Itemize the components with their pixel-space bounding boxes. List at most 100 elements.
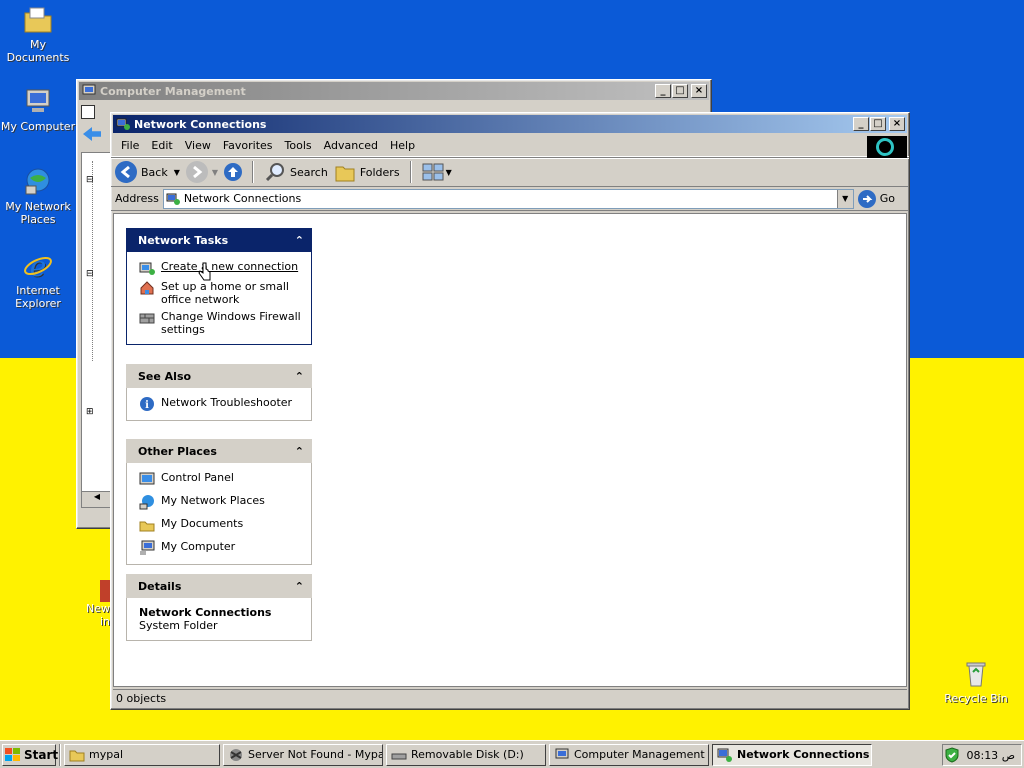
go-arrow-icon bbox=[857, 189, 876, 208]
details-header[interactable]: Details ⌃ bbox=[126, 574, 312, 598]
maximize-button[interactable]: □ bbox=[870, 117, 886, 131]
details-pane: Details ⌃ Network Connections System Fol… bbox=[126, 574, 312, 641]
computer-icon bbox=[139, 540, 155, 556]
link-label: My Computer bbox=[161, 540, 236, 553]
back-label: Back bbox=[141, 165, 168, 179]
network-connections-window[interactable]: Network Connections _ □ × File Edit View… bbox=[110, 112, 910, 710]
desktop-icon-partial[interactable]: New in bbox=[86, 580, 116, 628]
menu-tools[interactable]: Tools bbox=[279, 139, 318, 152]
see-also-header[interactable]: See Also ⌃ bbox=[126, 364, 312, 388]
clock[interactable]: 08:13 ص bbox=[966, 749, 1015, 762]
taskbar-button-computer-management[interactable]: Computer Management bbox=[549, 743, 709, 766]
link-my-computer[interactable]: My Computer bbox=[139, 540, 303, 556]
forward-button[interactable]: ▼ bbox=[185, 161, 218, 183]
desktop-icon-recycle-bin[interactable]: Recycle Bin bbox=[938, 658, 1014, 705]
system-tray: 08:13 ص bbox=[942, 744, 1022, 766]
task-create-new-connection[interactable]: Create a new connection bbox=[139, 260, 303, 276]
folders-button[interactable]: Folders bbox=[334, 161, 400, 183]
views-icon bbox=[422, 163, 444, 181]
desktop-icon-label: in bbox=[100, 615, 111, 628]
minimize-button[interactable]: _ bbox=[655, 84, 671, 98]
see-also-body: i Network Troubleshooter bbox=[126, 388, 312, 421]
collapse-chevron-icon[interactable]: ⌃ bbox=[295, 370, 304, 383]
back-dropdown-icon[interactable]: ▼ bbox=[174, 168, 180, 177]
address-input[interactable]: Network Connections ▼ bbox=[162, 188, 854, 209]
task-firewall-settings[interactable]: Change Windows Firewall settings bbox=[139, 310, 303, 336]
mypal-browser-icon bbox=[228, 747, 244, 763]
menu-edit[interactable]: Edit bbox=[145, 139, 178, 152]
desktop-icon-label: New bbox=[86, 602, 110, 615]
search-button[interactable]: Search bbox=[264, 161, 328, 183]
task-setup-home-network[interactable]: Set up a home or small office network bbox=[139, 280, 303, 306]
windows-logo-throbber bbox=[867, 136, 907, 158]
folders-icon bbox=[334, 161, 356, 183]
folder-content-area[interactable]: Network Tasks ⌃ Create a new connection … bbox=[113, 213, 907, 687]
taskbar: Start mypal Server Not Found - Mypal Rem… bbox=[0, 740, 1024, 768]
collapse-chevron-icon[interactable]: ⌃ bbox=[295, 580, 304, 593]
control-panel-icon bbox=[139, 471, 155, 487]
security-shield-icon[interactable] bbox=[944, 747, 960, 763]
taskbar-button-mypal[interactable]: mypal bbox=[64, 743, 220, 766]
network-tasks-pane: Network Tasks ⌃ Create a new connection … bbox=[126, 228, 312, 345]
start-button[interactable]: Start bbox=[2, 743, 59, 766]
forward-dropdown-icon[interactable]: ▼ bbox=[212, 168, 218, 177]
back-arrow-icon[interactable] bbox=[83, 127, 101, 141]
details-body: Network Connections System Folder bbox=[126, 598, 312, 641]
tree-expand-icon[interactable]: ⊞ bbox=[86, 407, 94, 417]
desktop-icon-internet-explorer[interactable]: e Internet Explorer bbox=[0, 250, 76, 310]
network-connections-icon bbox=[116, 117, 130, 131]
go-button[interactable]: Go bbox=[857, 189, 909, 208]
close-button[interactable]: × bbox=[691, 84, 707, 98]
minimize-button[interactable]: _ bbox=[853, 117, 869, 131]
taskbar-button-removable-disk[interactable]: Removable Disk (D:) bbox=[386, 743, 546, 766]
taskbar-button-network-connections[interactable]: Network Connections bbox=[712, 743, 872, 766]
scroll-left-button[interactable]: ◀ bbox=[82, 491, 112, 507]
desktop-icon-my-documents[interactable]: My Documents bbox=[0, 4, 76, 64]
removable-disk-icon bbox=[391, 747, 407, 763]
cm-tree-pane[interactable]: ⊟ ⊟ ⊞ ◀ bbox=[81, 152, 113, 508]
home-network-icon bbox=[139, 280, 155, 296]
menu-favorites[interactable]: Favorites bbox=[217, 139, 279, 152]
network-connections-titlebar[interactable]: Network Connections _ □ × bbox=[113, 115, 907, 133]
toolbar-separator bbox=[406, 161, 416, 183]
network-places-icon bbox=[22, 166, 54, 198]
desktop-icon-label: My Computer bbox=[0, 120, 76, 133]
network-tasks-header[interactable]: Network Tasks ⌃ bbox=[126, 228, 312, 252]
computer-management-titlebar[interactable]: Computer Management _ □ × bbox=[79, 82, 709, 100]
tree-collapse-icon[interactable]: ⊟ bbox=[86, 175, 94, 185]
standard-toolbar: Back ▼ ▼ Search Folders ▼ bbox=[111, 157, 909, 187]
taskbar-button-mypal-browser[interactable]: Server Not Found - Mypal bbox=[223, 743, 383, 766]
address-dropdown-button[interactable]: ▼ bbox=[836, 189, 853, 208]
tree-collapse-icon[interactable]: ⊟ bbox=[86, 269, 94, 279]
link-my-documents[interactable]: My Documents bbox=[139, 517, 303, 533]
start-label: Start bbox=[24, 747, 59, 762]
info-icon: i bbox=[139, 396, 155, 412]
desktop-icon-my-computer[interactable]: My Computer bbox=[0, 86, 76, 133]
other-places-header[interactable]: Other Places ⌃ bbox=[126, 439, 312, 463]
views-button[interactable]: ▼ bbox=[422, 163, 452, 181]
new-connection-icon bbox=[139, 260, 155, 276]
desktop: My Documents My Computer My Network Plac… bbox=[0, 0, 1024, 740]
menu-view[interactable]: View bbox=[179, 139, 217, 152]
search-label: Search bbox=[290, 165, 328, 179]
svg-text:e: e bbox=[30, 250, 47, 282]
status-text: 0 objects bbox=[116, 692, 167, 705]
link-my-network-places[interactable]: My Network Places bbox=[139, 494, 303, 510]
desktop-icon-my-network-places[interactable]: My Network Places bbox=[0, 166, 76, 226]
menu-advanced[interactable]: Advanced bbox=[318, 139, 384, 152]
menu-file[interactable]: File bbox=[115, 139, 145, 152]
folder-documents-icon bbox=[22, 4, 54, 36]
cm-app-icon[interactable] bbox=[81, 105, 95, 119]
collapse-chevron-icon[interactable]: ⌃ bbox=[295, 445, 304, 458]
up-folder-button[interactable] bbox=[224, 163, 243, 181]
link-network-troubleshooter[interactable]: i Network Troubleshooter bbox=[139, 396, 303, 412]
close-button[interactable]: × bbox=[889, 117, 905, 131]
link-label: Control Panel bbox=[161, 471, 234, 484]
menu-help[interactable]: Help bbox=[384, 139, 421, 152]
maximize-button[interactable]: □ bbox=[672, 84, 688, 98]
folder-documents-icon bbox=[139, 517, 155, 533]
collapse-chevron-icon[interactable]: ⌃ bbox=[295, 234, 304, 247]
back-button[interactable]: Back ▼ bbox=[115, 161, 180, 183]
task-label: Create a new connection bbox=[161, 260, 299, 273]
link-control-panel[interactable]: Control Panel bbox=[139, 471, 303, 487]
